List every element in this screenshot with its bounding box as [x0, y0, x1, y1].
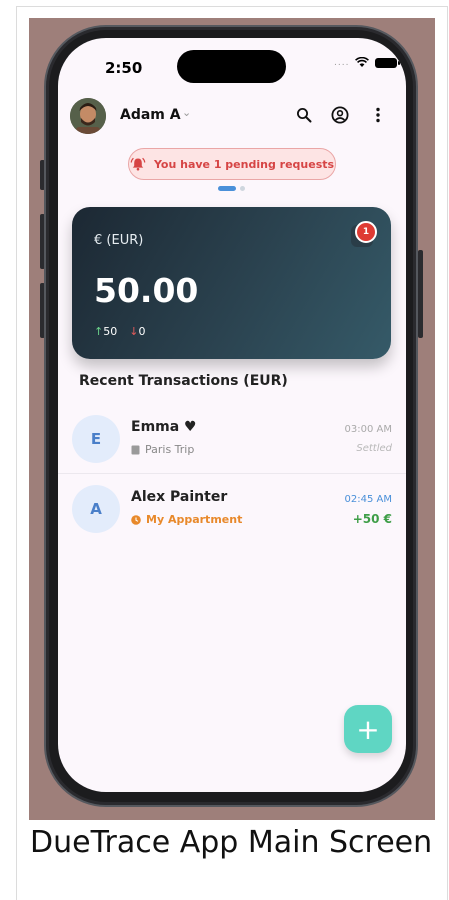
pending-requests-banner[interactable]: You have 1 pending requests	[128, 148, 336, 180]
pending-requests-text: You have 1 pending requests	[153, 157, 335, 171]
transaction-group: Paris Trip	[131, 443, 194, 456]
outgoing-stat: ↓0	[129, 325, 145, 338]
incoming-value: 50	[103, 325, 118, 338]
transaction-avatar: A	[72, 485, 120, 533]
divider	[58, 473, 406, 474]
transaction-avatar: E	[72, 415, 120, 463]
figure-caption: DueTrace App Main Screen	[30, 825, 433, 860]
battery-icon	[375, 57, 401, 68]
search-icon[interactable]	[293, 104, 315, 126]
more-vert-icon[interactable]	[367, 104, 389, 126]
add-transaction-button[interactable]: +	[344, 705, 392, 753]
card-balance: 50.00	[94, 271, 199, 310]
book-icon	[131, 445, 140, 454]
transaction-name: Emma ♥	[131, 419, 197, 435]
user-name[interactable]: Adam A	[120, 107, 181, 123]
transaction-time: 02:45 AM	[344, 494, 392, 505]
user-avatar[interactable]	[70, 98, 106, 134]
arrow-up-icon: ↑	[94, 325, 104, 338]
clock-icon	[131, 514, 141, 525]
incoming-stat: ↑50	[94, 325, 117, 338]
transaction-group-label: My Appartment	[146, 513, 243, 526]
transaction-group: My Appartment	[131, 513, 242, 526]
transaction-amount: +50 €	[352, 512, 392, 526]
section-title: Recent Transactions (EUR)	[79, 373, 288, 389]
card-currency: € (EUR)	[94, 233, 144, 248]
balance-card[interactable]: € (EUR) 50.00 ↑50 ↓0	[72, 207, 391, 359]
transaction-row[interactable]: A Alex Painter My Appartment 02:45 AM +5…	[58, 475, 406, 543]
pager-dot-active[interactable]	[218, 186, 236, 191]
pager-dot[interactable]	[240, 186, 245, 191]
card-stats: ↑50 ↓0	[94, 325, 145, 338]
signal-indicator: ....	[334, 57, 350, 68]
transaction-time: 03:00 AM	[344, 424, 392, 435]
status-icons: ....	[334, 57, 401, 68]
transaction-name: Alex Painter	[131, 489, 228, 505]
chevron-down-icon[interactable]: ⌄	[182, 106, 191, 119]
transaction-status: Settled	[356, 443, 392, 454]
bell-alert-icon	[130, 157, 146, 171]
transaction-row[interactable]: E Emma ♥ Paris Trip 03:00 AM Settled	[58, 405, 406, 473]
card-pager[interactable]	[218, 186, 245, 191]
notification-badge[interactable]: 1	[355, 221, 377, 243]
app-screen: 2:50 .... Adam A ⌄ You have 1 pending re…	[58, 38, 406, 792]
outgoing-value: 0	[138, 325, 146, 338]
dynamic-island	[177, 50, 286, 83]
avatar-portrait-icon	[70, 98, 106, 134]
status-time: 2:50	[105, 59, 143, 77]
account-circle-icon[interactable]	[329, 104, 351, 126]
wifi-icon	[355, 57, 370, 67]
phone-power-button	[418, 250, 423, 338]
transaction-group-label: Paris Trip	[145, 443, 195, 456]
